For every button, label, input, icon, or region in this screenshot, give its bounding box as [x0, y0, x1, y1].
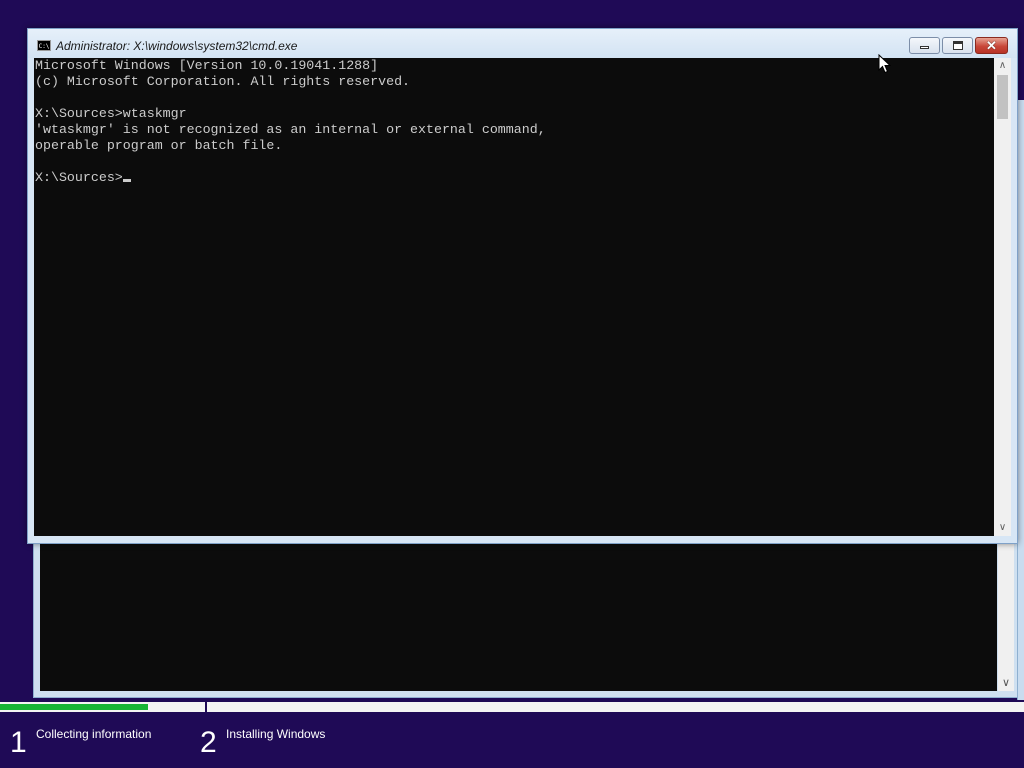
- background-console-area: [40, 543, 997, 691]
- close-button[interactable]: ✕: [975, 37, 1008, 54]
- title-bar[interactable]: C:\ Administrator: X:\windows\system32\c…: [28, 29, 1017, 58]
- console-line: 'wtaskmgr' is not recognized as an inter…: [35, 122, 546, 137]
- console-output[interactable]: Microsoft Windows [Version 10.0.19041.12…: [34, 58, 994, 536]
- setup-progress-bar: [0, 702, 1024, 712]
- console-line: (c) Microsoft Corporation. All rights re…: [35, 74, 411, 89]
- maximize-icon: [953, 41, 963, 50]
- console-line: X:\Sources>wtaskmgr: [35, 106, 187, 121]
- step-label: Installing Windows: [226, 727, 326, 741]
- vertical-scrollbar[interactable]: ∧ ∨: [994, 58, 1011, 536]
- close-icon: ✕: [986, 38, 997, 53]
- minimize-button[interactable]: [909, 37, 940, 54]
- cmd-window[interactable]: C:\ Administrator: X:\windows\system32\c…: [27, 28, 1018, 544]
- text-cursor: [122, 179, 131, 182]
- console-line: Microsoft Windows [Version 10.0.19041.12…: [35, 58, 379, 73]
- background-scrollbar[interactable]: ∨: [998, 543, 1014, 691]
- step-number: 1: [10, 726, 27, 759]
- console-line: operable program or batch file.: [35, 138, 283, 153]
- minimize-icon: [920, 46, 929, 49]
- step-number: 2: [200, 726, 217, 759]
- progress-segment-collecting: [0, 702, 207, 712]
- cmd-icon[interactable]: C:\: [37, 40, 51, 51]
- scrollbar-thumb[interactable]: [997, 75, 1008, 119]
- prompt-line[interactable]: X:\Sources>: [35, 170, 994, 186]
- background-window-edge: [1017, 100, 1024, 700]
- chevron-down-icon[interactable]: ∨: [994, 520, 1011, 536]
- maximize-button[interactable]: [942, 37, 973, 54]
- progress-fill: [0, 704, 148, 710]
- mouse-pointer-icon: [878, 54, 892, 74]
- command-prompt: X:\Sources>: [35, 170, 123, 185]
- step-label: Collecting information: [36, 727, 152, 741]
- window-title: Administrator: X:\windows\system32\cmd.e…: [56, 39, 298, 53]
- background-console-window: ∨: [33, 520, 1018, 698]
- chevron-down-icon[interactable]: ∨: [998, 675, 1014, 691]
- chevron-up-icon[interactable]: ∧: [994, 58, 1011, 74]
